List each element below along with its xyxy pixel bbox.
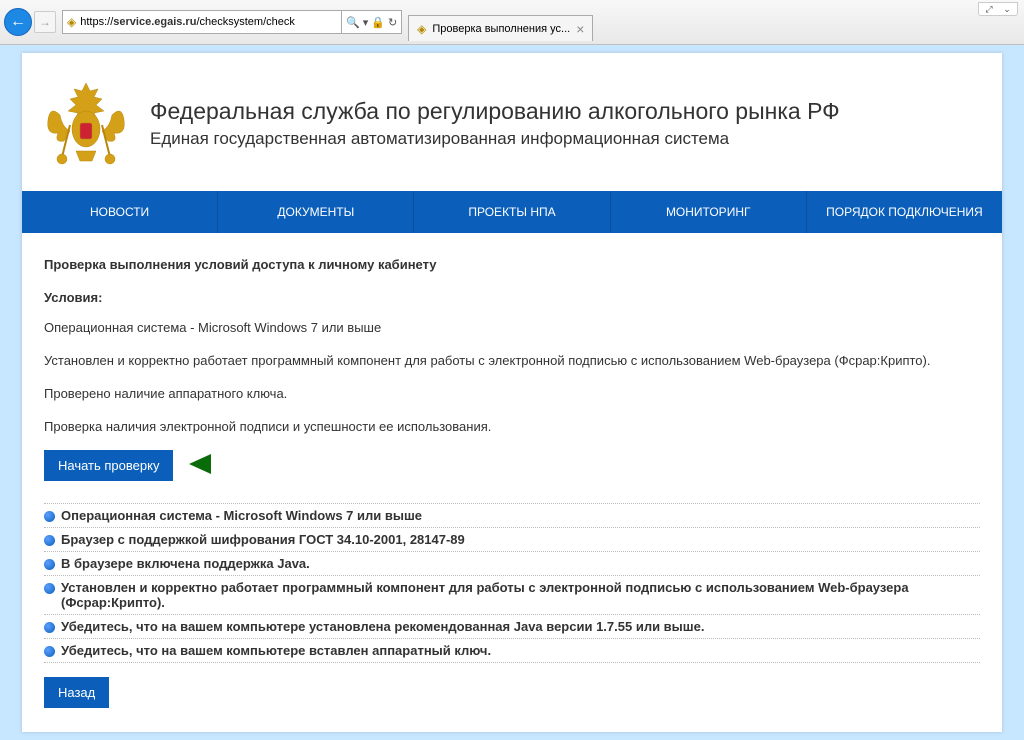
dropdown-icon[interactable]: ▾ xyxy=(363,16,369,29)
chevron-down-icon[interactable]: ⌄ xyxy=(1000,4,1014,14)
checklist-item: Убедитесь, что на вашем компьютере устан… xyxy=(44,614,980,638)
tab-favicon-icon: ◈ xyxy=(417,22,426,36)
url-text: https://service.egais.ru/checksystem/che… xyxy=(80,16,295,28)
site-emblem-icon xyxy=(40,75,132,171)
bullet-icon xyxy=(44,535,55,546)
page-heading: Проверка выполнения условий доступа к ли… xyxy=(44,257,980,272)
nav-item-monitoring[interactable]: МОНИТОРИНГ xyxy=(611,191,807,233)
checklist-item: В браузере включена поддержка Java. xyxy=(44,551,980,575)
page-wrapper: Федеральная служба по регулированию алко… xyxy=(0,45,1024,740)
search-icon[interactable]: 🔍 xyxy=(346,16,360,29)
site-subtitle: Единая государственная автоматизированна… xyxy=(150,129,840,149)
checklist-item: Операционная система - Microsoft Windows… xyxy=(44,503,980,527)
address-controls: 🔍 ▾ 🔒 ↻ xyxy=(342,10,402,34)
bullet-icon xyxy=(44,583,55,594)
condition-text: Операционная система - Microsoft Windows… xyxy=(44,319,980,338)
site-titles: Федеральная служба по регулированию алко… xyxy=(150,98,840,149)
nav-item-connect[interactable]: ПОРЯДОК ПОДКЛЮЧЕНИЯ xyxy=(807,191,1002,233)
close-icon[interactable]: × xyxy=(576,21,584,37)
checklist-item: Убедитесь, что на вашем компьютере встав… xyxy=(44,638,980,663)
expand-icon[interactable]: ⤢ xyxy=(982,4,996,14)
condition-text: Установлен и корректно работает программ… xyxy=(44,352,980,371)
page: Федеральная служба по регулированию алко… xyxy=(22,53,1002,732)
bullet-icon xyxy=(44,511,55,522)
site-favicon-icon: ◈ xyxy=(67,15,76,29)
condition-text: Проверка наличия электронной подписи и у… xyxy=(44,418,980,437)
nav-item-news[interactable]: НОВОСТИ xyxy=(22,191,218,233)
main-nav: НОВОСТИ ДОКУМЕНТЫ ПРОЕКТЫ НПА МОНИТОРИНГ… xyxy=(22,191,1002,233)
bullet-icon xyxy=(44,646,55,657)
button-row: Начать проверку xyxy=(44,450,980,481)
back-page-button[interactable]: Назад xyxy=(44,677,109,708)
window-controls: ⤢ ⌄ xyxy=(978,2,1018,16)
arrow-hint-icon xyxy=(187,452,277,479)
lock-icon: 🔒 xyxy=(371,16,385,29)
site-title: Федеральная служба по регулированию алко… xyxy=(150,98,840,125)
checklist-item: Браузер с поддержкой шифрования ГОСТ 34.… xyxy=(44,527,980,551)
start-check-button[interactable]: Начать проверку xyxy=(44,450,173,481)
nav-item-npa[interactable]: ПРОЕКТЫ НПА xyxy=(414,191,610,233)
content: Проверка выполнения условий доступа к ли… xyxy=(22,233,1002,732)
condition-text: Проверено наличие аппаратного ключа. xyxy=(44,385,980,404)
site-header: Федеральная служба по регулированию алко… xyxy=(22,53,1002,191)
nav-item-documents[interactable]: ДОКУМЕНТЫ xyxy=(218,191,414,233)
tab-title: Проверка выполнения ус... xyxy=(432,23,570,35)
browser-chrome: ⤢ ⌄ ← → ◈ https://service.egais.ru/check… xyxy=(0,0,1024,45)
checklist-item: Установлен и корректно работает программ… xyxy=(44,575,980,614)
refresh-icon[interactable]: ↻ xyxy=(388,16,397,29)
forward-button[interactable]: → xyxy=(34,11,56,33)
nav-buttons: ← → xyxy=(4,8,56,36)
browser-tab[interactable]: ◈ Проверка выполнения ус... × xyxy=(408,15,593,41)
address-bar[interactable]: ◈ https://service.egais.ru/checksystem/c… xyxy=(62,10,342,34)
bullet-icon xyxy=(44,622,55,633)
bullet-icon xyxy=(44,559,55,570)
checklist: Операционная система - Microsoft Windows… xyxy=(44,503,980,663)
back-button[interactable]: ← xyxy=(4,8,32,36)
conditions-label: Условия: xyxy=(44,290,980,305)
